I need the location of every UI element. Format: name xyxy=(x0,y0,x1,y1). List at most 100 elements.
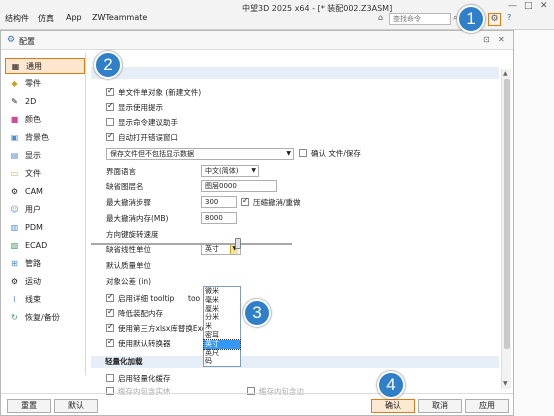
cancel-button[interactable]: 取消 xyxy=(418,399,462,413)
sidebar-item-general[interactable]: ▦ 通用 xyxy=(5,58,85,74)
scroll-down-icon[interactable]: ▼ xyxy=(503,380,508,387)
third-party-xlsx-option[interactable]: 使用第三方xlsx库替换Exce xyxy=(106,322,211,334)
rotate-speed-slider[interactable] xyxy=(235,238,241,249)
sidebar-item-display[interactable]: ▤ 显示 xyxy=(5,148,85,164)
menu-simulation[interactable]: 仿真 xyxy=(38,13,54,24)
error-window-option[interactable]: 自动打开错误窗口 xyxy=(106,131,178,143)
tooltip-suffix-label: too xyxy=(188,294,201,303)
cache-solids-option[interactable]: 缓存内包含实体 xyxy=(106,387,171,397)
unit-option[interactable]: 码 xyxy=(204,357,240,366)
sidebar-item-2d[interactable]: ✎ 2D xyxy=(5,94,85,110)
checkbox[interactable] xyxy=(106,131,114,141)
step-callout-4: 4 xyxy=(377,371,405,399)
unit-option[interactable]: 英尺 xyxy=(204,349,240,358)
save-option-dropdown[interactable]: 保存文件但不包括显示数据 ▼ xyxy=(106,148,294,160)
default-converter-option[interactable]: 使用默认转换器 xyxy=(106,337,171,349)
dropdown-value: 英寸 xyxy=(205,245,219,253)
sidebar-item-label: 颜色 xyxy=(25,115,41,124)
language-dropdown[interactable]: 中文(简体) ▼ xyxy=(201,165,259,177)
checkbox[interactable] xyxy=(106,374,114,382)
checkbox[interactable] xyxy=(106,307,114,317)
settings-gear-icon[interactable]: ⚙ xyxy=(488,13,501,26)
restore-icon[interactable]: ⊡ xyxy=(483,35,490,44)
step-callout-2: 2 xyxy=(94,51,122,79)
unit-option[interactable]: 分米 xyxy=(204,313,240,322)
option-label: 启用轻量化缓存 xyxy=(118,374,171,383)
settings-scrollbar[interactable]: ▲ ▼ xyxy=(501,69,511,389)
config-icon: ⚙ xyxy=(7,35,16,45)
checkbox[interactable] xyxy=(106,86,114,96)
sidebar-item-label: 2D xyxy=(25,97,37,106)
apply-button[interactable]: 应用 xyxy=(465,399,509,413)
checkbox[interactable] xyxy=(106,101,114,111)
default-layer-input[interactable]: 图层0000 xyxy=(201,180,277,192)
checkbox[interactable] xyxy=(106,337,114,347)
lightweight-cache-option[interactable]: 启用轻量化缓存 xyxy=(106,374,171,384)
single-object-option[interactable]: 单文件单对象 (新建文件) xyxy=(106,86,201,98)
sidebar-item-label: 零件 xyxy=(25,79,41,88)
unit-option[interactable]: 毫米 xyxy=(204,296,240,305)
sidebar-item-label: 显示 xyxy=(25,151,41,160)
sidebar-item-motion[interactable]: ⚙ 运动 xyxy=(5,274,85,290)
help-icon[interactable]: ? xyxy=(507,13,511,22)
checkbox[interactable] xyxy=(106,292,114,302)
rotate-speed-label: 方向键旋转速度 xyxy=(106,230,159,239)
option-label: 降低装配内存 xyxy=(118,309,163,318)
usage-tips-option[interactable]: 显示使用提示 xyxy=(106,101,163,113)
sidebar-item-pdm[interactable]: ▥ PDM xyxy=(5,220,85,236)
menu-app[interactable]: App xyxy=(66,13,82,22)
confirm-save-option[interactable]: 确认 文件/保存 xyxy=(299,149,361,159)
sidebar-item-file[interactable]: ▭ 文件 xyxy=(5,166,85,182)
color-icon: ■ xyxy=(10,115,19,124)
sidebar-item-color[interactable]: ■ 颜色 xyxy=(5,112,85,128)
sidebar-item-cam[interactable]: ⚙ CAM xyxy=(5,184,85,200)
default-button[interactable]: 默认 xyxy=(54,399,98,413)
sidebar-item-harness[interactable]: ⌇ 线束 xyxy=(5,292,85,308)
cam-icon: ⚙ xyxy=(10,187,19,196)
menu-zwteammate[interactable]: ZWTeammate xyxy=(92,13,147,22)
file-icon: ▭ xyxy=(10,169,19,178)
config-dialog: ⚙ 配置 ⊡ ✕ ▦ 通用 ◆ 零件 ✎ 2D ■ 颜色 ▣ 背景色 ▤ 显示 ▭ 文件 ⚙ C… xyxy=(0,30,514,416)
step-callout-1: 1 xyxy=(457,5,485,33)
sidebar-item-background[interactable]: ▣ 背景色 xyxy=(5,130,85,146)
detailed-tooltip-option[interactable]: 启用详细 tooltip xyxy=(106,292,174,304)
reduce-memory-option[interactable]: 降低装配内存 xyxy=(106,307,163,319)
checkbox[interactable] xyxy=(106,322,114,332)
maximize-button[interactable]: □ xyxy=(524,1,533,11)
pdm-icon: ▥ xyxy=(10,223,19,232)
scrollbar-thumb[interactable] xyxy=(504,79,510,349)
menu-structure[interactable]: 结构件 xyxy=(5,13,29,24)
sidebar-item-piping[interactable]: ⊞ 管路 xyxy=(5,256,85,272)
sidebar-item-label: ECAD xyxy=(25,241,48,250)
minimize-button[interactable]: — xyxy=(508,1,517,11)
sidebar-item-ecad[interactable]: ▧ ECAD xyxy=(5,238,85,254)
max-undo-memory-input[interactable]: 8000 xyxy=(201,212,237,224)
scroll-up-icon[interactable]: ▲ xyxy=(503,70,508,77)
unit-option[interactable]: 米 xyxy=(204,322,240,331)
command-assistant-option[interactable]: 显示命令建议助手 xyxy=(106,118,178,128)
ok-button[interactable]: 确认 xyxy=(371,399,415,413)
reset-button[interactable]: 重置 xyxy=(7,399,51,413)
sidebar-item-backup[interactable]: ↻ 恢复/备份 xyxy=(5,310,85,326)
dialog-close-icon[interactable]: ✕ xyxy=(498,35,505,44)
chevron-down-icon: ▼ xyxy=(286,150,291,157)
sidebar-item-label: 管路 xyxy=(25,259,41,268)
option-label: 压缩撤消/重做 xyxy=(253,198,301,207)
sidebar-item-part[interactable]: ◆ 零件 xyxy=(5,76,85,92)
option-label: 确认 文件/保存 xyxy=(311,149,361,158)
checkbox[interactable] xyxy=(299,149,307,157)
compress-undo-option[interactable]: 压缩撤消/重做 xyxy=(241,196,301,208)
cache-edges-option[interactable]: 缓存内包含边 xyxy=(247,387,304,397)
option-label: 缓存内包含实体 xyxy=(118,387,171,396)
unit-option[interactable]: 密耳 xyxy=(204,331,240,340)
home-icon[interactable]: ⌂ xyxy=(378,13,383,22)
command-search-input[interactable]: 查找命令 xyxy=(389,13,451,25)
max-undo-label: 最大撤消步骤 xyxy=(106,198,151,207)
close-button[interactable]: ✕ xyxy=(540,1,548,11)
max-undo-input[interactable]: 300 xyxy=(201,196,237,208)
checkbox[interactable] xyxy=(241,196,249,206)
sidebar-item-user[interactable]: ☺ 用户 xyxy=(5,202,85,218)
unit-option-selected[interactable]: 英寸 xyxy=(203,338,241,350)
checkbox[interactable] xyxy=(106,118,114,126)
unit-option[interactable]: 微米 xyxy=(204,287,240,296)
